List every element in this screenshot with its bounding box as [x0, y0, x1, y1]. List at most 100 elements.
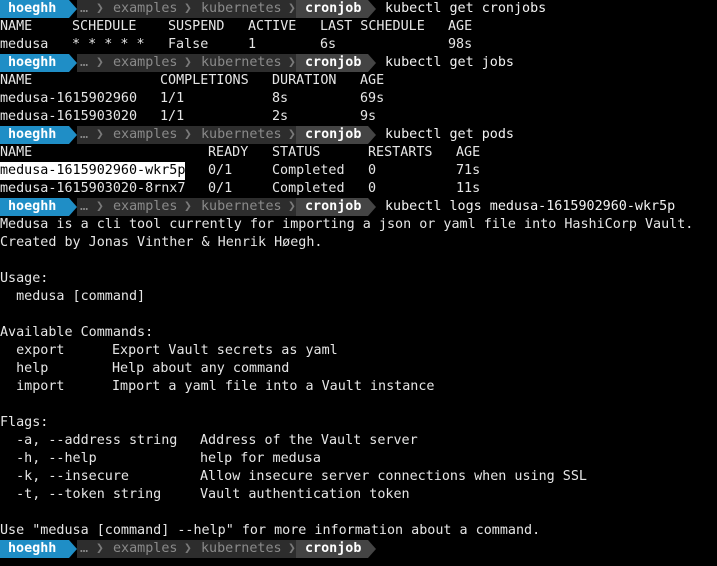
cell: 2s	[272, 109, 289, 124]
log-line-text: Medusa is a cli tool currently for impor…	[0, 217, 694, 232]
flag-entry-desc: Vault authentication token	[200, 487, 410, 502]
command-entry-desc: Help about any command	[112, 361, 290, 376]
prompt-current-dir: cronjob	[296, 0, 368, 18]
log-heading-text: Flags:	[0, 415, 49, 430]
cell: Completed	[272, 163, 345, 178]
prompt-arrow	[69, 54, 77, 72]
prompt-arrow	[69, 126, 77, 144]
command-entry-name: import	[0, 379, 65, 394]
cell: 0	[368, 163, 377, 178]
cell: 8s	[272, 91, 289, 106]
cell: 1/1	[160, 91, 185, 106]
prompt-dir: kubernetes	[201, 127, 282, 142]
cell: 0	[368, 181, 377, 196]
prompt-arrow	[368, 198, 376, 216]
column-header: NAME	[0, 19, 33, 34]
flag-entry-desc: Address of the Vault server	[200, 433, 418, 448]
flag-entry-name: -t, --token string	[0, 487, 162, 502]
cell: medusa-1615903020-8rnx7	[0, 181, 186, 196]
log-heading-text: Available Commands:	[0, 325, 154, 340]
cell: 1/1	[160, 109, 185, 124]
command-entry-desc: Export Vault secrets as yaml	[112, 343, 338, 358]
log-line-text: Use "medusa [command] --help" for more i…	[0, 523, 541, 538]
cell: 6s	[320, 37, 337, 52]
log-heading-text: Usage:	[0, 271, 49, 286]
prompt-dir: examples	[113, 199, 178, 214]
column-header: LAST SCHEDULE	[320, 19, 425, 34]
command-text: kubectl get cronjobs	[385, 1, 547, 16]
cell: 71s	[456, 163, 481, 178]
prompt-ellipsis: …	[80, 127, 89, 142]
flag-entry-name: -a, --address string	[0, 433, 178, 448]
column-header: NAME	[0, 145, 33, 160]
cell: medusa-1615903020	[0, 109, 138, 124]
log-line-text: Created by Jonas Vinther & Henrik Høegh.	[0, 235, 323, 250]
chevron-right-icon: ❯	[96, 1, 104, 16]
cell: 0/1	[208, 181, 233, 196]
prompt-ellipsis: …	[80, 55, 89, 70]
flag-entry-desc: Allow insecure server connections when u…	[200, 469, 587, 484]
chevron-right-icon: ❯	[288, 127, 296, 142]
prompt-ellipsis: …	[80, 199, 89, 214]
chevron-right-icon: ❯	[184, 1, 192, 16]
command-text: kubectl logs medusa-1615902960-wkr5p	[385, 199, 676, 214]
chevron-right-icon: ❯	[96, 55, 104, 70]
cell[interactable]: medusa-1615902960-wkr5p	[0, 162, 186, 180]
cell: 69s	[360, 91, 385, 106]
column-header: AGE	[448, 19, 473, 34]
prompt-dir: examples	[113, 1, 178, 16]
column-header: STATUS	[272, 145, 321, 160]
terminal-window[interactable]: hoeghh… ❯ examples ❯ kubernetes ❯ cronjob kubec…	[0, 0, 717, 566]
prompt-current-dir: cronjob	[296, 126, 368, 144]
log-line-text: medusa [command]	[0, 289, 146, 304]
command-entry-name: export	[0, 343, 65, 358]
chevron-right-icon: ❯	[184, 127, 192, 142]
prompt-dir: examples	[113, 55, 178, 70]
cell: 1	[248, 37, 257, 52]
command-entry-name: help	[0, 361, 49, 376]
prompt-current-dir: cronjob	[296, 54, 368, 72]
prompt-user: hoeghh	[0, 198, 69, 216]
command-text: kubectl get pods	[385, 127, 514, 142]
prompt-dir: kubernetes	[201, 541, 282, 556]
flag-entry-name: -h, --help	[0, 451, 97, 466]
prompt-ellipsis: …	[80, 1, 89, 16]
prompt-user: hoeghh	[0, 0, 69, 18]
chevron-right-icon: ❯	[96, 199, 104, 214]
prompt-user: hoeghh	[0, 126, 69, 144]
prompt-arrow	[368, 540, 376, 558]
chevron-right-icon: ❯	[288, 1, 296, 16]
prompt-user: hoeghh	[0, 540, 69, 558]
chevron-right-icon: ❯	[288, 55, 296, 70]
column-header: AGE	[456, 145, 481, 160]
chevron-right-icon: ❯	[184, 55, 192, 70]
prompt-current-dir: cronjob	[296, 540, 368, 558]
cell: 98s	[448, 37, 473, 52]
column-header: DURATION	[272, 73, 337, 88]
cell: 9s	[360, 109, 377, 124]
column-header: SUSPEND	[168, 19, 225, 34]
cell: medusa-1615902960	[0, 91, 138, 106]
prompt-arrow	[368, 126, 376, 144]
cell: medusa	[0, 37, 49, 52]
flag-entry-name: -k, --insecure	[0, 469, 129, 484]
flag-entry-desc: help for medusa	[200, 451, 321, 466]
cell: 11s	[456, 181, 481, 196]
column-header: COMPLETIONS	[160, 73, 249, 88]
chevron-right-icon: ❯	[184, 199, 192, 214]
prompt-dir: examples	[113, 127, 178, 142]
column-header: SCHEDULE	[72, 19, 137, 34]
prompt-arrow	[368, 54, 376, 72]
prompt-arrow	[69, 0, 77, 18]
prompt-user: hoeghh	[0, 54, 69, 72]
column-header: ACTIVE	[248, 19, 297, 34]
chevron-right-icon: ❯	[288, 541, 296, 556]
prompt-dir: examples	[113, 541, 178, 556]
prompt-dir: kubernetes	[201, 199, 282, 214]
prompt-arrow	[69, 198, 77, 216]
column-header: READY	[208, 145, 249, 160]
prompt-arrow	[368, 0, 376, 18]
prompt-current-dir: cronjob	[296, 198, 368, 216]
chevron-right-icon: ❯	[184, 541, 192, 556]
cell: * * * * *	[72, 37, 145, 52]
